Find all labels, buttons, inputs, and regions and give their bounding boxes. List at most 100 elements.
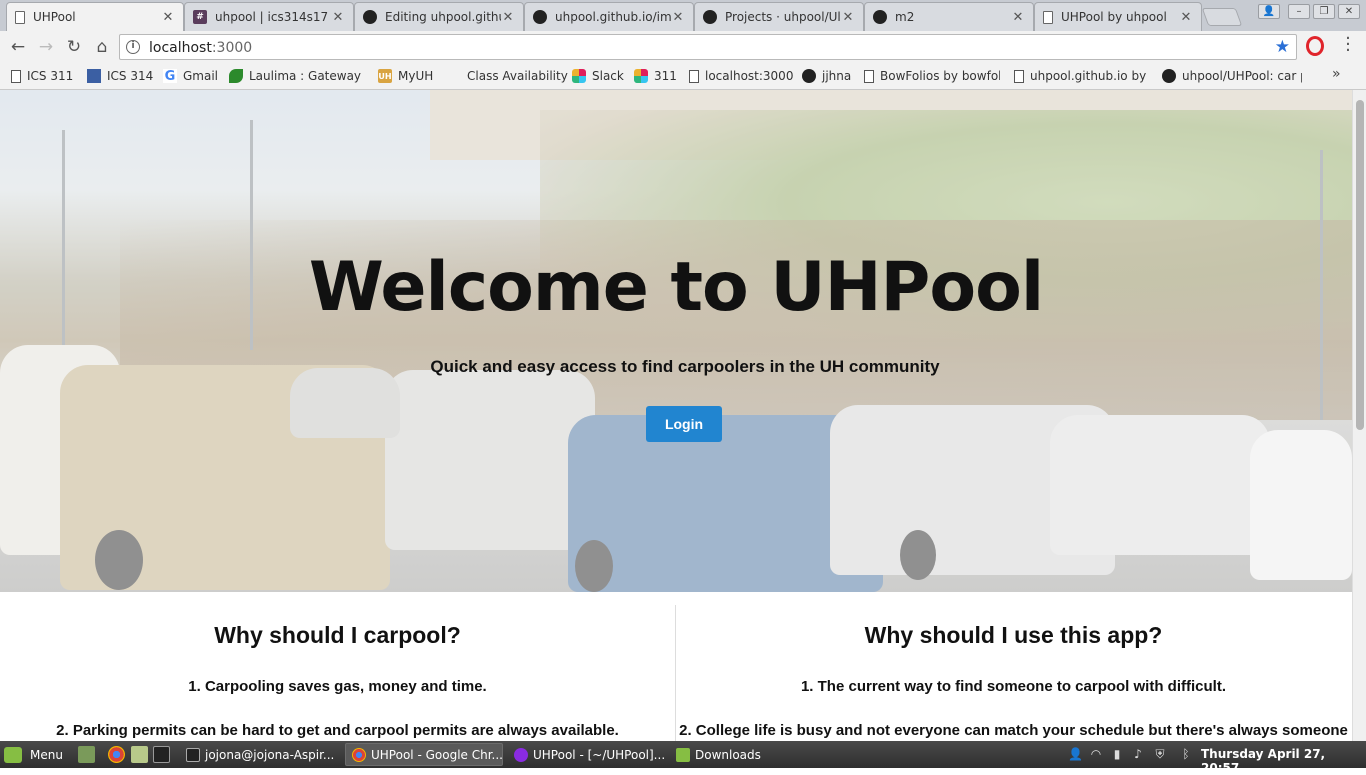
app-reasons-heading: Why should I use this app? [864,622,1163,648]
app-reason-item: 1. The current way to find someone to ca… [800,678,1227,695]
bookmark-slack[interactable]: Slack [572,67,624,85]
google-icon: G [163,68,177,84]
home-icon[interactable]: ⌂ [91,36,113,58]
address-url[interactable]: localhost:3000 [149,40,252,56]
maximize-button[interactable]: ❐ [1313,4,1335,19]
task-downloads[interactable]: Downloads [670,743,790,766]
close-icon[interactable]: ✕ [671,10,685,25]
menu-label: Menu [30,747,63,762]
volume-icon[interactable]: ♪ [1131,747,1145,761]
tab-github-io[interactable]: uhpool.github.io/im ✕ [524,2,694,31]
tab-m2[interactable]: m2 ✕ [864,2,1034,31]
bookmark-gmail[interactable]: G Gmail [163,67,218,85]
bookmark-uhpool-repo[interactable]: uhpool/UHPool: car p [1162,67,1302,85]
browser-toolbar: ← → ↻ ⌂ i localhost:3000 ★ [0,31,1366,63]
wifi-icon[interactable]: ◠ [1089,747,1103,761]
bookmark-label: jjhna [822,69,852,83]
forward-arrow-icon[interactable]: → [35,36,57,58]
chrome-icon [352,747,366,762]
task-label: UHPool - [~/UHPool]... [533,747,666,762]
info-icon[interactable]: i [126,40,140,54]
scrollbar-thumb[interactable] [1356,100,1364,430]
bookmark-label: uhpool/UHPool: car p [1182,69,1302,83]
address-bar[interactable]: i localhost:3000 ★ [119,34,1297,60]
tab-slack[interactable]: # uhpool | ics314s17 ✕ [184,2,354,31]
tab-title: uhpool | ics314s17 [215,10,329,24]
tab-uhpool-by-uhpool[interactable]: UHPool by uhpool ✕ [1034,2,1202,31]
opera-extension-icon[interactable] [1306,36,1324,56]
url-host: localhost [149,40,212,56]
reload-icon[interactable]: ↻ [63,36,85,58]
bookmark-ics311[interactable]: ICS 311 [11,67,73,85]
chrome-launcher-icon[interactable] [108,746,125,763]
close-icon[interactable]: ✕ [1179,10,1193,25]
task-editor[interactable]: UHPool - [~/UHPool]... [508,743,668,766]
bookmark-label: Gmail [183,69,219,83]
user-status-icon[interactable]: 👤 [1068,747,1083,761]
page-icon [864,69,874,83]
uh-icon: UH [378,69,392,83]
tab-projects[interactable]: Projects · uhpool/Ul ✕ [694,2,864,31]
tab-title: Projects · uhpool/Ul [725,10,841,24]
bookmark-label: uhpool.github.io by u [1030,69,1150,83]
shield-icon[interactable]: ⛨ [1153,747,1167,761]
login-button[interactable]: Login [646,406,722,442]
close-icon[interactable]: ✕ [501,10,515,25]
page-scrollbar[interactable] [1352,90,1366,741]
close-icon[interactable]: ✕ [331,10,345,25]
page-viewport: Welcome to UHPool Quick and easy access … [0,90,1352,741]
tab-uhpool[interactable]: UHPool ✕ [6,2,184,31]
tab-strip: UHPool ✕ # uhpool | ics314s17 ✕ Editing … [0,0,1366,31]
window-close-button[interactable]: ✕ [1338,4,1360,19]
blue-square-icon [87,69,101,83]
terminal-launcher-icon[interactable] [153,746,170,763]
user-icon[interactable]: 👤 [1258,4,1280,19]
clock[interactable]: Thursday April 27, 20:57 [1201,747,1366,775]
bookmark-label: Laulima : Gateway : V [249,69,364,83]
bookmark-uhpool-github-io[interactable]: uhpool.github.io by u [1014,67,1150,85]
system-taskbar: Menu jojona@jojona-Aspir... UHPool - Goo… [0,741,1366,775]
star-icon[interactable]: ★ [1275,37,1290,57]
battery-icon[interactable]: ▮ [1110,747,1124,761]
start-menu-button[interactable]: Menu [4,745,63,764]
tab-title: m2 [895,10,915,24]
minimize-button[interactable]: – [1288,4,1310,19]
tab-editing[interactable]: Editing uhpool.githu ✕ [354,2,524,31]
info-columns: Why should I carpool? 1. Carpooling save… [0,592,1352,741]
bookmark-bowfolios[interactable]: BowFolios by bowfoli [864,67,1000,85]
app-reason-item: 2. College life is busy and not everyone… [679,722,1348,739]
bookmarks-overflow-icon[interactable]: » [1332,66,1341,82]
github-icon [802,69,816,83]
carpool-reason-item: 1. Carpooling saves gas, money and time. [188,678,487,695]
github-icon [533,10,547,24]
show-desktop-icon[interactable] [78,746,95,763]
bookmark-class-availability[interactable]: Class Availability [467,67,568,85]
files-launcher-icon[interactable] [131,746,148,763]
bookmark-jjhna[interactable]: jjhna [802,67,851,85]
bookmark-label: ICS 314 [107,69,154,83]
back-arrow-icon[interactable]: ← [7,36,29,58]
close-icon[interactable]: ✕ [1011,10,1025,25]
task-chrome[interactable]: UHPool - Google Chr... [345,743,503,766]
bookmark-laulima[interactable]: Laulima : Gateway : V [229,67,364,85]
bookmark-label: BowFolios by bowfoli [880,69,1000,83]
bookmark-label: Class Availability [467,69,568,83]
close-icon[interactable]: ✕ [841,10,855,25]
bookmark-ics314[interactable]: ICS 314 [87,67,153,85]
chrome-menu-icon[interactable]: · · · [1343,30,1353,60]
slack-icon [634,69,648,83]
close-icon[interactable]: ✕ [161,10,175,25]
bookmark-label: 311 [654,69,677,83]
tab-title: uhpool.github.io/im [555,10,671,24]
bookmarks-bar: ICS 311 ICS 314 G Gmail Laulima : Gateway… [0,63,1366,90]
bookmark-localhost[interactable]: localhost:3000 [689,67,793,85]
page-icon [11,69,21,83]
bluetooth-icon[interactable]: ᛒ [1179,747,1193,761]
new-tab-button[interactable] [1201,8,1243,26]
page-icon [1043,10,1053,24]
task-terminal[interactable]: jojona@jojona-Aspir... [180,743,340,766]
bookmark-myuh[interactable]: UH MyUH [378,67,433,85]
bookmark-311[interactable]: 311 [634,67,677,85]
mint-logo-icon [4,746,22,763]
task-label: UHPool - Google Chr... [371,747,503,762]
